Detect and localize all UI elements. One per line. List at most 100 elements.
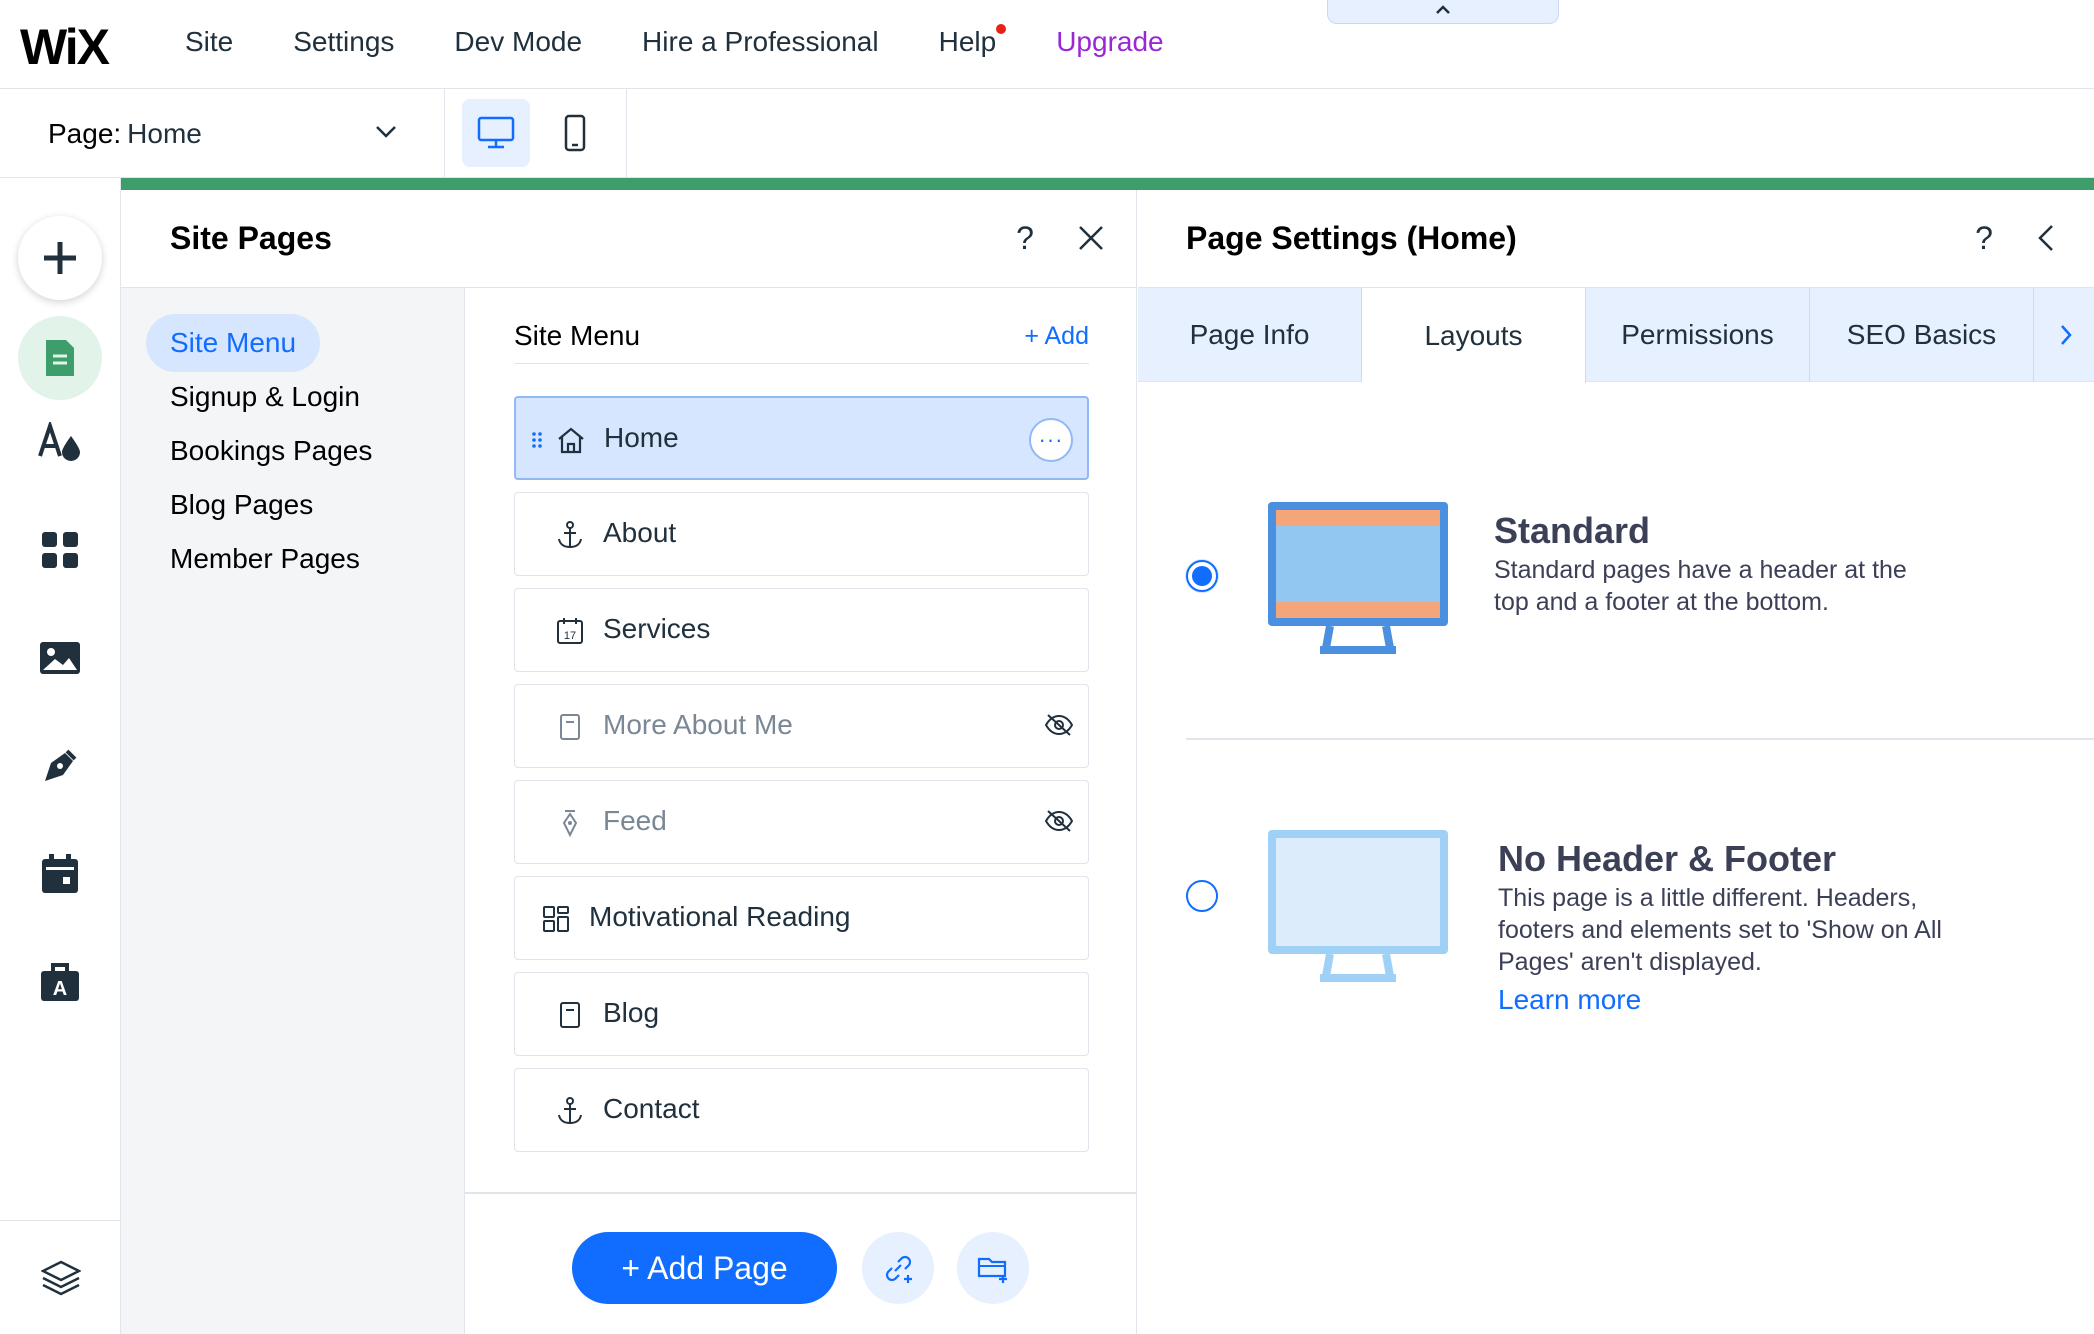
media-button[interactable]: [18, 616, 102, 700]
calendar-icon: [42, 854, 78, 893]
add-folder-button[interactable]: [957, 1232, 1029, 1304]
page-item-home[interactable]: Home ···: [514, 396, 1089, 480]
page-item-blog[interactable]: Blog: [514, 972, 1089, 1056]
page-name: Motivational Reading: [589, 901, 851, 932]
editor-subbar: Page: Home: [0, 89, 2094, 178]
question-icon: ?: [1016, 219, 1034, 256]
pen-nib-icon: [45, 749, 77, 781]
page-name: Home: [604, 422, 679, 453]
page-settings-header: Page Settings (Home) ?: [1138, 190, 2094, 288]
add-page-button[interactable]: + Add Page: [572, 1232, 837, 1304]
page-selector-value: Home: [127, 117, 202, 149]
list-footer-divider: [465, 1192, 1137, 1194]
nav-dev-mode[interactable]: Dev Mode: [454, 26, 582, 58]
device-switcher: [445, 89, 627, 178]
add-elements-button[interactable]: [18, 216, 102, 300]
app-market-button[interactable]: A: [18, 940, 102, 1024]
anchor-icon: [558, 1097, 582, 1125]
learn-more-link[interactable]: Learn more: [1498, 984, 1641, 1016]
calendar-icon: 17: [557, 618, 583, 644]
settings-tabs: Page Info Layouts Permissions SEO Basics: [1138, 288, 2094, 383]
page-item-feed[interactable]: Feed: [514, 780, 1089, 864]
page-item-more-about-me[interactable]: More About Me: [514, 684, 1089, 768]
blog-button[interactable]: [18, 724, 102, 808]
bookings-button[interactable]: [18, 832, 102, 916]
site-menu-list-title: Site Menu: [514, 320, 641, 351]
standard-title: Standard: [1494, 510, 1651, 551]
standard-description: Standard pages have a header at the top …: [1494, 556, 1907, 616]
page-settings-title: Page Settings (Home): [1186, 220, 1517, 256]
briefcase-icon: A: [41, 963, 79, 1001]
nav-site[interactable]: Site: [185, 26, 233, 58]
nav-help[interactable]: Help: [939, 24, 1007, 58]
standard-radio[interactable]: [1186, 560, 1218, 592]
standard-layout-illustration: [1268, 502, 1448, 654]
category-signup-login[interactable]: Signup & Login: [146, 368, 384, 426]
layers-icon: [40, 1260, 81, 1295]
page-item-contact[interactable]: Contact: [514, 1068, 1089, 1152]
tabs-next-button[interactable]: [2038, 288, 2094, 382]
desktop-icon: [477, 116, 515, 149]
back-button[interactable]: [2026, 218, 2066, 258]
category-site-menu[interactable]: Site Menu: [146, 314, 321, 372]
no-header-footer-illustration: [1268, 830, 1448, 982]
page-name: Services: [603, 613, 711, 644]
add-link-button[interactable]: [862, 1232, 934, 1304]
page-name: More About Me: [603, 709, 793, 740]
nav-upgrade[interactable]: Upgrade: [1056, 26, 1163, 58]
left-rail: A: [0, 178, 121, 1334]
page-icon: [46, 340, 74, 376]
pages-menu-button[interactable]: [18, 316, 102, 400]
site-pages-header: Site Pages ?: [121, 190, 1137, 288]
svg-text:A: A: [53, 978, 67, 1000]
nav-settings[interactable]: Settings: [293, 26, 394, 58]
category-blog-pages[interactable]: Blog Pages: [146, 476, 337, 534]
tab-page-info[interactable]: Page Info: [1138, 288, 1362, 382]
no-header-footer-description: This page is a little different. Headers…: [1498, 884, 1942, 976]
question-icon: ?: [1975, 219, 1993, 256]
chevron-up-icon: [1436, 5, 1450, 14]
top-nav: Site Settings Dev Mode Hire a Profession…: [185, 24, 1224, 58]
collapse-toolbar-button[interactable]: [1327, 0, 1559, 24]
svg-text:17: 17: [564, 630, 576, 642]
tab-layouts[interactable]: Layouts: [1362, 288, 1586, 383]
plus-icon: [44, 242, 76, 274]
wix-logo[interactable]: WiX: [20, 18, 110, 76]
page-icon: [560, 714, 580, 740]
close-button[interactable]: [1071, 218, 1111, 258]
design-button[interactable]: [18, 400, 102, 484]
tab-seo-basics[interactable]: SEO Basics: [1810, 288, 2034, 382]
category-member-pages[interactable]: Member Pages: [146, 530, 384, 588]
add-menu-item-button[interactable]: + Add: [1024, 322, 1089, 351]
site-menu-list-header: Site Menu + Add: [514, 316, 1089, 364]
nav-hire-professional[interactable]: Hire a Professional: [642, 26, 879, 58]
page-selector[interactable]: Page: Home: [0, 89, 445, 178]
mobile-view-button[interactable]: [541, 99, 609, 167]
dashboard-icon: [543, 906, 569, 932]
drag-handle-icon[interactable]: [532, 432, 542, 448]
page-name: Blog: [603, 997, 660, 1028]
chevron-left-icon: [2038, 225, 2053, 251]
page-item-about[interactable]: About: [514, 492, 1089, 576]
layers-button[interactable]: [0, 1220, 121, 1334]
apps-grid-icon: [42, 532, 78, 568]
add-apps-button[interactable]: [18, 508, 102, 592]
home-icon: [558, 427, 584, 454]
help-button[interactable]: ?: [1005, 218, 1045, 258]
site-menu-list: Site Menu + Add Home ··· About 17 Servic…: [465, 288, 1137, 1334]
page-settings-panel: Page Settings (Home) ? Page Info Layouts…: [1138, 190, 2094, 1334]
site-pages-title: Site Pages: [170, 220, 332, 256]
no-header-footer-radio[interactable]: [1186, 880, 1218, 912]
theme-icon: [38, 422, 80, 461]
page-actions-button[interactable]: ···: [1029, 418, 1073, 462]
page-item-services[interactable]: 17 Services: [514, 588, 1089, 672]
category-bookings-pages[interactable]: Bookings Pages: [146, 422, 396, 480]
more-dots-icon: ···: [1038, 427, 1064, 452]
settings-help-button[interactable]: ?: [1964, 218, 2004, 258]
tab-permissions[interactable]: Permissions: [1586, 288, 1810, 382]
page-item-motivational-reading[interactable]: Motivational Reading: [514, 876, 1089, 960]
layout-option-no-header-footer[interactable]: No Header & Footer This page is a little…: [1186, 826, 2094, 1046]
layout-option-standard[interactable]: Standard Standard pages have a header at…: [1186, 498, 2094, 698]
desktop-view-button[interactable]: [462, 99, 530, 167]
page-categories: Site Menu Signup & Login Bookings Pages …: [121, 288, 465, 1334]
